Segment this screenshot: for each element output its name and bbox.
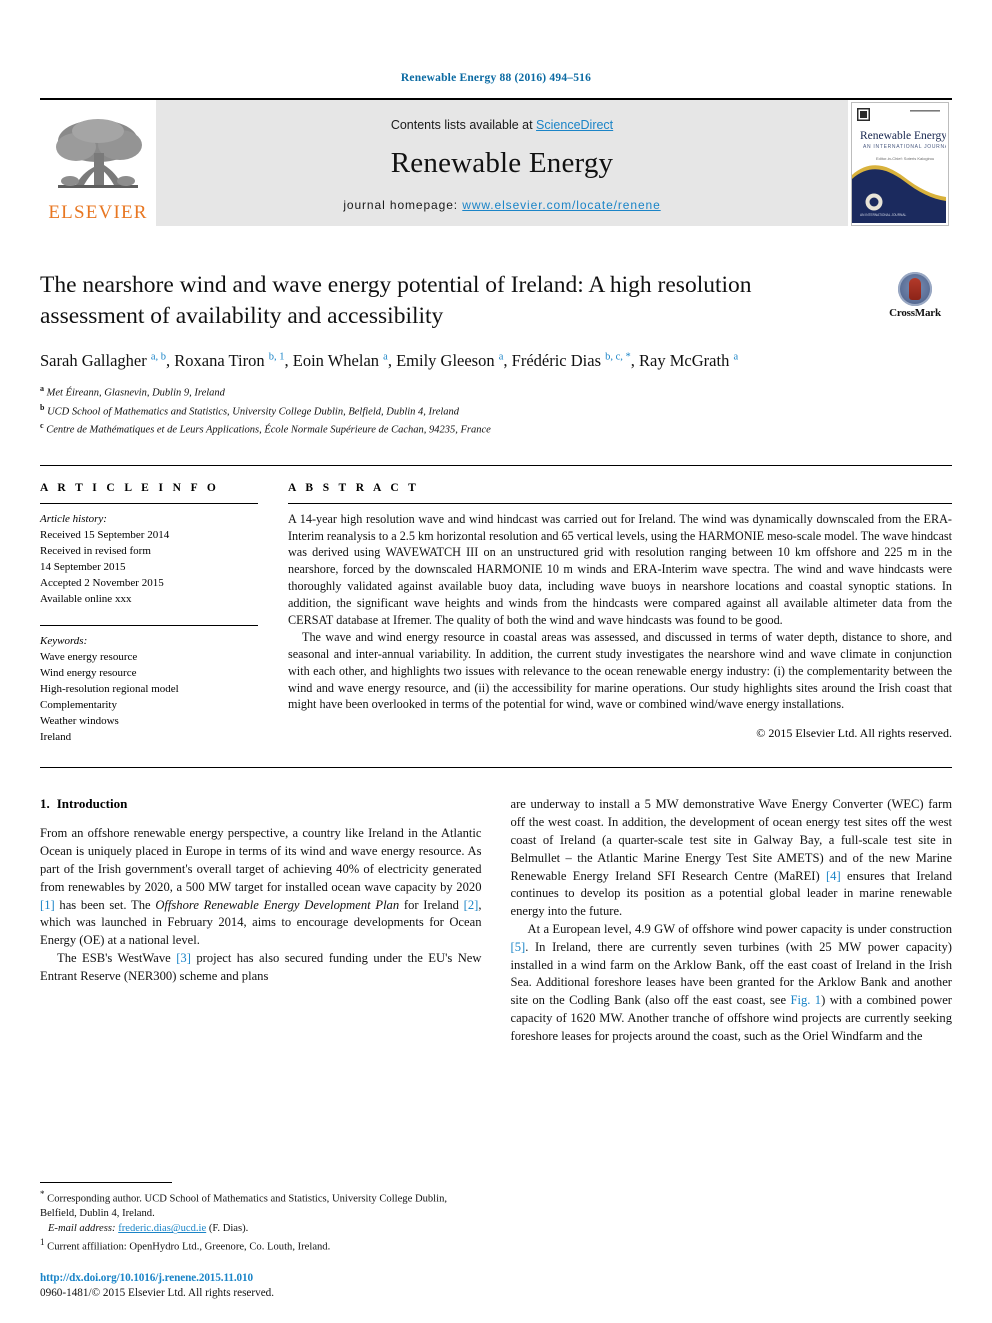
crossmark-icon: [898, 272, 932, 306]
history-item: Received in revised form: [40, 544, 151, 557]
affiliation-item: a Met Éireann, Glasnevin, Dublin 9, Irel…: [40, 383, 952, 401]
keyword-item: Complementarity: [40, 699, 117, 712]
divider: [40, 502, 258, 504]
section-heading-introduction: 1. Introduction: [40, 796, 482, 812]
article-info-heading: A R T I C L E I N F O: [40, 481, 220, 494]
cover-artwork-icon: Renewable Energy AN INTERNATIONAL JOURNA…: [852, 103, 948, 223]
keyword-item: Ireland: [40, 731, 72, 744]
keywords-list: Keywords: Wave energy resource Wind ener…: [40, 633, 258, 745]
footnote-corresponding-author: * Corresponding author. UCD School of Ma…: [40, 1188, 448, 1220]
page-title: The nearshore wind and wave energy poten…: [40, 272, 752, 330]
svg-text:Renewable Energy: Renewable Energy: [860, 130, 946, 142]
journal-cover-thumbnail: Renewable Energy AN INTERNATIONAL JOURNA…: [851, 102, 949, 226]
keyword-item: High-resolution regional model: [40, 683, 179, 696]
abstract-body: A 14-year high resolution wave and wind …: [288, 511, 952, 714]
crossmark-label: CrossMark: [889, 307, 941, 319]
contents-available-line: Contents lists available at ScienceDirec…: [391, 118, 613, 132]
journal-title: Renewable Energy: [390, 147, 614, 179]
doi-link[interactable]: http://dx.doi.org/10.1016/j.renene.2015.…: [40, 1272, 253, 1284]
elsevier-logo: ELSEVIER: [40, 100, 156, 226]
author-list: Sarah Gallagher a, b, Roxana Tiron b, 1,…: [40, 350, 739, 370]
sciencedirect-link[interactable]: ScienceDirect: [536, 118, 613, 132]
article-page: Renewable Energy 88 (2016) 494–516 ELSEV…: [0, 0, 992, 1323]
abstract-paragraph: The wave and wind energy resource in coa…: [288, 629, 952, 712]
section-divider: [40, 767, 952, 769]
keyword-item: Weather windows: [40, 715, 119, 728]
keyword-item: Wind energy resource: [40, 667, 137, 680]
footnote-region: * Corresponding author. UCD School of Ma…: [40, 1181, 480, 1299]
svg-text:AN INTERNATIONAL JOURNAL: AN INTERNATIONAL JOURNAL: [863, 144, 946, 150]
keywords-label: Keywords:: [40, 634, 88, 647]
affiliation-item: c Centre de Mathématiques et de Leurs Ap…: [40, 420, 952, 438]
article-history: Article history: Received 15 September 2…: [40, 511, 258, 607]
footnote-current-affiliation: 1 Current affiliation: OpenHydro Ltd., G…: [40, 1237, 331, 1253]
journal-cover: Renewable Energy AN INTERNATIONAL JOURNA…: [848, 100, 952, 226]
journal-homepage-line: journal homepage: www.elsevier.com/locat…: [343, 198, 660, 212]
affiliation-text: UCD School of Mathematics and Statistics…: [47, 406, 460, 418]
svg-text:AN INTERNATIONAL JOURNAL: AN INTERNATIONAL JOURNAL: [860, 213, 906, 217]
journal-banner: ELSEVIER Contents lists available at Sci…: [40, 98, 952, 226]
body-right-column: are underway to install a 5 MW demonstra…: [511, 796, 953, 1045]
affiliation-mark: b: [40, 402, 45, 412]
email-link[interactable]: frederic.dias@ucd.ie: [118, 1223, 206, 1234]
svg-text:Editor-in-Chief: Soteris Kalog: Editor-in-Chief: Soteris Kalogirou: [876, 156, 934, 161]
running-head: Renewable Energy 88 (2016) 494–516: [400, 72, 592, 84]
contents-prefix: Contents lists available at: [390, 118, 537, 132]
affiliation-list: a Met Éireann, Glasnevin, Dublin 9, Irel…: [40, 383, 952, 438]
doi-block: http://dx.doi.org/10.1016/j.renene.2015.…: [40, 1268, 480, 1299]
keyword-item: Wave energy resource: [40, 650, 138, 663]
affiliation-mark: c: [40, 421, 44, 431]
footnote-email: E-mail address: frederic.dias@ucd.ie (F.…: [40, 1221, 480, 1236]
abstract-column: A B S T R A C T A 14-year high resolutio…: [288, 466, 952, 746]
info-abstract-region: A R T I C L E I N F O Article history: R…: [40, 464, 952, 746]
homepage-prefix: journal homepage:: [343, 198, 463, 212]
body-left-column: 1. Introduction From an offshore renewabl…: [40, 796, 482, 1045]
divider: [40, 624, 258, 626]
journal-homepage-link[interactable]: www.elsevier.com/locate/renene: [462, 198, 660, 212]
body-two-column: 1. Introduction From an offshore renewabl…: [40, 796, 952, 1045]
banner-center: Contents lists available at ScienceDirec…: [156, 100, 848, 226]
title-block: CrossMark The nearshore wind and wave en…: [40, 270, 952, 439]
body-paragraph: At a European level, 4.9 GW of offshore …: [510, 921, 953, 1043]
affiliation-item: b UCD School of Mathematics and Statisti…: [40, 402, 952, 420]
section-number: 1.: [40, 796, 50, 812]
abstract-heading: A B S T R A C T: [288, 481, 420, 494]
email-label: E-mail address:: [47, 1223, 116, 1235]
history-item: Received 15 September 2014: [40, 528, 170, 541]
abstract-paragraph: A 14-year high resolution wave and wind …: [288, 511, 952, 627]
elsevier-wordmark: ELSEVIER: [48, 202, 148, 223]
footnote-divider: [40, 1181, 172, 1183]
issn-copyright-line: 0960-1481/© 2015 Elsevier Ltd. All right…: [40, 1287, 275, 1299]
divider: [288, 502, 952, 504]
history-item: Available online xxx: [40, 592, 132, 605]
history-item: 14 September 2015: [40, 560, 126, 573]
history-item: Accepted 2 November 2015: [40, 576, 164, 589]
abstract-copyright: © 2015 Elsevier Ltd. All rights reserved…: [756, 726, 952, 741]
crossmark-badge[interactable]: CrossMark: [878, 272, 952, 319]
email-suffix: (F. Dias).: [208, 1223, 249, 1235]
body-paragraph: From an offshore renewable energy perspe…: [40, 826, 482, 948]
affiliation-text: Met Éireann, Glasnevin, Dublin 9, Irelan…: [46, 387, 225, 399]
affiliation-mark: a: [40, 384, 44, 394]
elsevier-tree-icon: [56, 119, 142, 188]
article-history-label: Article history:: [40, 512, 107, 525]
section-title-text: Introduction: [56, 796, 128, 812]
article-info-column: A R T I C L E I N F O Article history: R…: [40, 466, 258, 746]
body-paragraph: The ESB's WestWave [3] project has also …: [40, 950, 482, 983]
body-paragraph: are underway to install a 5 MW demonstra…: [510, 797, 953, 919]
keywords-section: Keywords: Wave energy resource Wind ener…: [40, 624, 258, 745]
affiliation-text: Centre de Mathématiques et de Leurs Appl…: [46, 424, 491, 436]
